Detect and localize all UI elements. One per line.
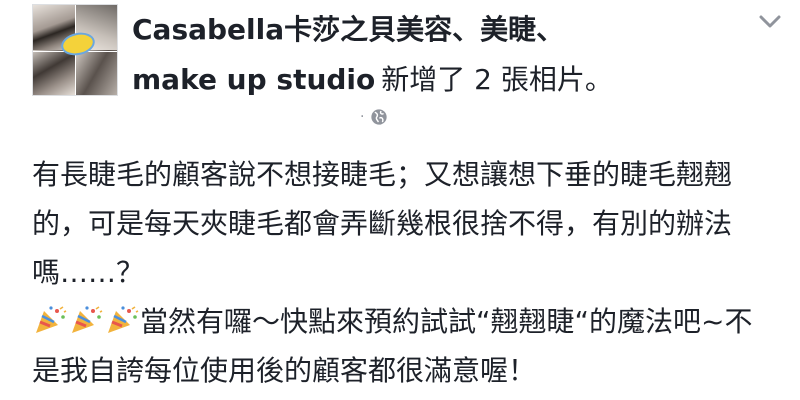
party-popper-icon — [68, 301, 104, 333]
post-options-button[interactable] — [752, 10, 788, 34]
avatar-photo-eye-3 — [33, 50, 75, 95]
page-name-link[interactable]: make up studio — [132, 63, 375, 96]
post-paragraph: 當然有囉～快點來預約試試“翹翹睫“的魔法吧~不是我自誇每位使用後的顧客都很滿意喔… — [32, 297, 772, 395]
page-avatar[interactable] — [32, 4, 118, 96]
post-message: 有長睫毛的顧客說不想接睫毛；又想讓想下垂的睫毛翹翹的，可是每天夾睫毛都會弄斷幾根… — [32, 150, 772, 395]
avatar-photo-eye-4 — [75, 50, 117, 95]
post-meta: · — [360, 106, 388, 128]
party-popper-icon — [104, 301, 140, 333]
meta-separator: · — [360, 109, 365, 125]
post-action-text: 新增了 2 張相片。 — [381, 63, 613, 96]
post-paragraph-text: 當然有囉～快點來預約試試“翹翹睫“的魔法吧~不是我自誇每位使用後的顧客都很滿意喔… — [32, 305, 753, 387]
globe-icon[interactable] — [370, 108, 388, 126]
post-header-line-1: Casabella卡莎之貝美容、美睫、 — [132, 12, 752, 48]
page-name-link[interactable]: Casabella卡莎之貝美容、美睫、 — [132, 13, 564, 46]
post-header-line-2: make up studio 新增了 2 張相片。 — [132, 62, 752, 98]
facebook-post: Casabella卡莎之貝美容、美睫、 make up studio 新增了 2 … — [0, 0, 800, 400]
post-paragraph: 有長睫毛的顧客說不想接睫毛；又想讓想下垂的睫毛翹翹的，可是每天夾睫毛都會弄斷幾根… — [32, 158, 733, 289]
party-popper-icon — [32, 301, 68, 333]
chevron-down-icon — [759, 15, 781, 28]
